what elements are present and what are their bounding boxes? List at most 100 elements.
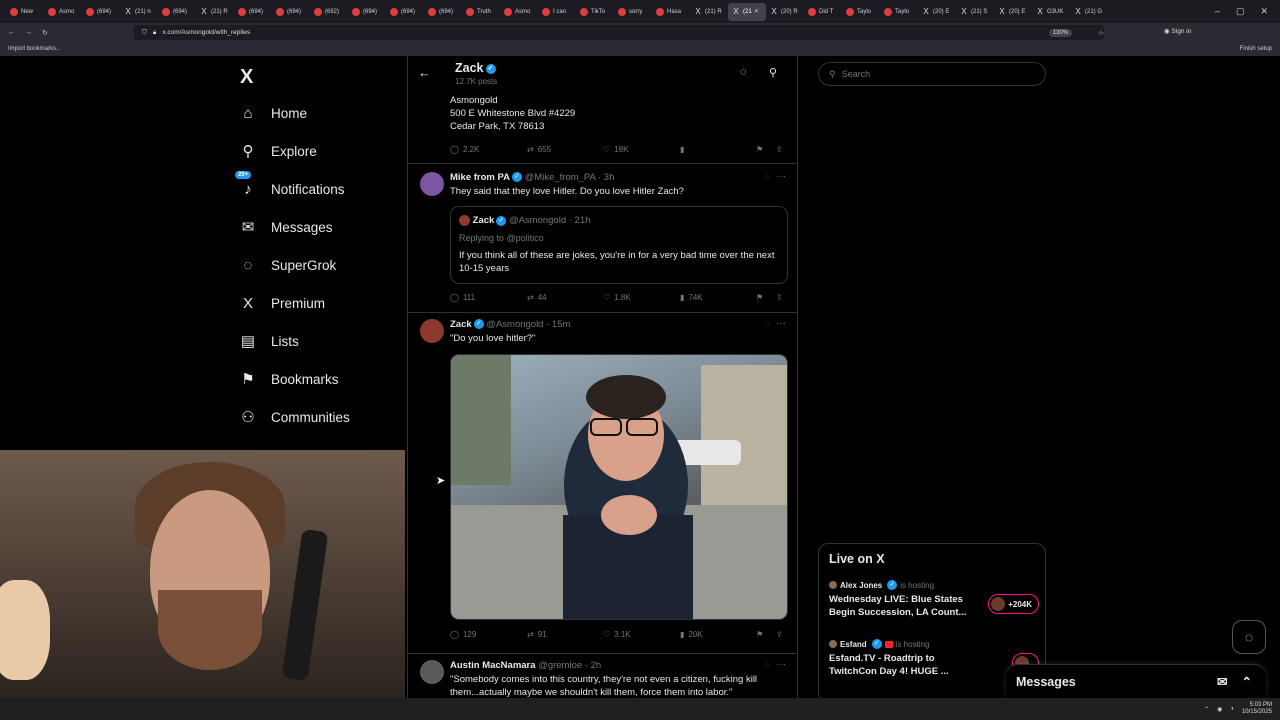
- tab-14[interactable]: I can: [538, 3, 576, 21]
- maximize-icon[interactable]: ▢: [1236, 6, 1245, 17]
- tab-18[interactable]: X (21) R: [690, 3, 728, 21]
- grok-icon[interactable]: ◌: [765, 172, 770, 182]
- tab-24[interactable]: X (20) E: [918, 3, 956, 21]
- tab-27[interactable]: X G3UK: [1032, 3, 1070, 21]
- nav-messages[interactable]: ✉ Messages: [238, 212, 333, 242]
- close-window-icon[interactable]: ✕: [1260, 6, 1268, 17]
- grok-icon[interactable]: ◌: [740, 66, 747, 78]
- tab-13[interactable]: Asmo: [500, 3, 538, 21]
- tab-20[interactable]: X (20) R: [766, 3, 804, 21]
- bookmark-button[interactable]: ⚑: [756, 293, 763, 302]
- reply-button[interactable]: ◯ 111: [450, 293, 475, 302]
- close-tab-icon[interactable]: ×: [755, 9, 759, 15]
- tab-19-active[interactable]: X (21 ×: [728, 2, 766, 21]
- nav-supergrok[interactable]: ◌ SuperGrok: [238, 250, 337, 280]
- bookmark-button[interactable]: ⚑: [756, 145, 763, 154]
- tab-8[interactable]: (692): [310, 3, 348, 21]
- avatar[interactable]: [420, 319, 444, 343]
- expand-icon[interactable]: ⌃: [1242, 674, 1252, 689]
- tab-5[interactable]: X (21) R: [196, 3, 234, 21]
- nav-premium[interactable]: X Premium: [238, 288, 325, 318]
- nav-home[interactable]: ⌂ Home: [238, 98, 307, 128]
- tab-28[interactable]: X (21) G: [1070, 3, 1108, 21]
- quote-post[interactable]: Zack ✓ @Asmongold · 21h Replying to @poli…: [450, 206, 788, 284]
- reply-button[interactable]: ◯ 2.2K: [450, 145, 479, 154]
- tab-23[interactable]: Taylo: [880, 3, 918, 21]
- more-icon[interactable]: ···: [776, 318, 786, 329]
- tray-icon[interactable]: ⌃: [1204, 706, 1209, 713]
- repost-button[interactable]: ⇄ 91: [527, 630, 547, 639]
- network-icon[interactable]: ◉: [1217, 706, 1222, 713]
- volume-icon[interactable]: ◖: [1230, 706, 1234, 712]
- clock[interactable]: 5:03 PM 10/15/2025: [1242, 702, 1272, 716]
- share-button[interactable]: ⇪: [776, 145, 783, 154]
- more-icon[interactable]: ···: [776, 171, 786, 182]
- tab-4[interactable]: (694): [158, 3, 196, 21]
- search-icon[interactable]: ⚲: [769, 66, 777, 79]
- repost-button[interactable]: ⇄ 44: [527, 293, 547, 302]
- views-button[interactable]: ▮: [680, 145, 684, 154]
- tab-22[interactable]: Taylo: [842, 3, 880, 21]
- tab-25[interactable]: X (21) S: [956, 3, 994, 21]
- live-listener-count[interactable]: +204K: [988, 594, 1039, 614]
- like-button[interactable]: ♡ 18K: [603, 145, 628, 154]
- finish-setup-link[interactable]: Finish setup: [1240, 46, 1272, 52]
- forward-icon[interactable]: →: [25, 29, 32, 36]
- avatar[interactable]: [420, 660, 444, 684]
- tab-11[interactable]: (694): [424, 3, 462, 21]
- star-icon[interactable]: ☆: [1098, 29, 1104, 37]
- back-arrow-icon[interactable]: ←: [418, 65, 431, 80]
- repost-button[interactable]: ⇄ 655: [527, 145, 551, 154]
- tab-17[interactable]: Hasa: [652, 3, 690, 21]
- tab-2[interactable]: (694): [82, 3, 120, 21]
- tab-21[interactable]: Did T: [804, 3, 842, 21]
- import-bookmarks-link[interactable]: Import bookmarks...: [8, 46, 61, 52]
- reload-icon[interactable]: ↻: [42, 29, 48, 37]
- views-button[interactable]: ▮ 74K: [680, 293, 703, 302]
- back-icon[interactable]: ←: [8, 29, 15, 36]
- tab-26[interactable]: X (20) E: [994, 3, 1032, 21]
- share-button[interactable]: ⇪: [776, 293, 783, 302]
- nav-bookmarks[interactable]: ⚑ Bookmarks: [238, 364, 338, 394]
- share-button[interactable]: ⇪: [776, 630, 783, 639]
- url-text[interactable]: x.com/Asmongold/with_replies: [162, 29, 250, 36]
- like-button[interactable]: ♡ 1.8K: [603, 293, 631, 302]
- nav-explore[interactable]: ⚲ Explore: [238, 136, 317, 166]
- x-logo[interactable]: X: [240, 66, 253, 89]
- tab-12[interactable]: Truth: [462, 3, 500, 21]
- zoom-badge[interactable]: 130%: [1048, 28, 1073, 37]
- post-video[interactable]: [450, 354, 788, 620]
- tab-6[interactable]: (694): [234, 3, 272, 21]
- tab-9[interactable]: (694): [348, 3, 386, 21]
- tab-3[interactable]: X (21) n: [120, 3, 158, 21]
- url-bar[interactable]: ⛉ 🔒︎ x.com/Asmongold/with_replies 130% ☆: [134, 25, 1104, 40]
- grok-icon[interactable]: ◌: [765, 319, 770, 329]
- sign-in-button[interactable]: ◉ Sign in: [1164, 27, 1191, 35]
- post-mike[interactable]: Mike from PA ✓ @Mike_from_PA · 3h ◌ ··· T…: [408, 164, 797, 312]
- new-message-icon[interactable]: ✉: [1217, 674, 1227, 689]
- tab-16[interactable]: sorry: [614, 3, 652, 21]
- nav-lists[interactable]: ▤ Lists: [238, 326, 299, 356]
- tab-0[interactable]: New: [6, 3, 44, 21]
- tab-1[interactable]: Asmo: [44, 3, 82, 21]
- post-austin[interactable]: Austin MacNamara @gremloe · 2h ◌ ··· "So…: [408, 654, 797, 698]
- messages-drawer[interactable]: Messages ✉ ⌃: [1006, 664, 1266, 698]
- live-item[interactable]: Alex Jones ✓ is hosting Wednesday LIVE: Bl…: [829, 580, 1039, 619]
- more-icon[interactable]: ···: [776, 659, 786, 670]
- views-button[interactable]: ▮ 20K: [680, 630, 703, 639]
- post-zack[interactable]: Zack ✓ @Asmongold · 15m ◌ ··· "Do you lov…: [408, 313, 797, 653]
- search-box[interactable]: ⚲ Search: [818, 62, 1046, 86]
- reply-button[interactable]: ◯ 129: [450, 630, 476, 639]
- search-icon: ⚲: [242, 143, 254, 160]
- tab-7[interactable]: (694): [272, 3, 310, 21]
- grok-icon[interactable]: ◌: [765, 660, 770, 670]
- tab-15[interactable]: TikTo: [576, 3, 614, 21]
- nav-communities[interactable]: ⚇ Communities: [238, 402, 350, 432]
- bookmark-button[interactable]: ⚑: [756, 630, 763, 639]
- avatar[interactable]: [420, 172, 444, 196]
- nav-notifications[interactable]: ♪ 20+ Notifications: [235, 170, 345, 204]
- grok-floating-button[interactable]: ◌: [1232, 620, 1266, 654]
- minimize-icon[interactable]: –: [1215, 6, 1220, 17]
- tab-10[interactable]: (694): [386, 3, 424, 21]
- like-button[interactable]: ♡ 3.1K: [603, 630, 631, 639]
